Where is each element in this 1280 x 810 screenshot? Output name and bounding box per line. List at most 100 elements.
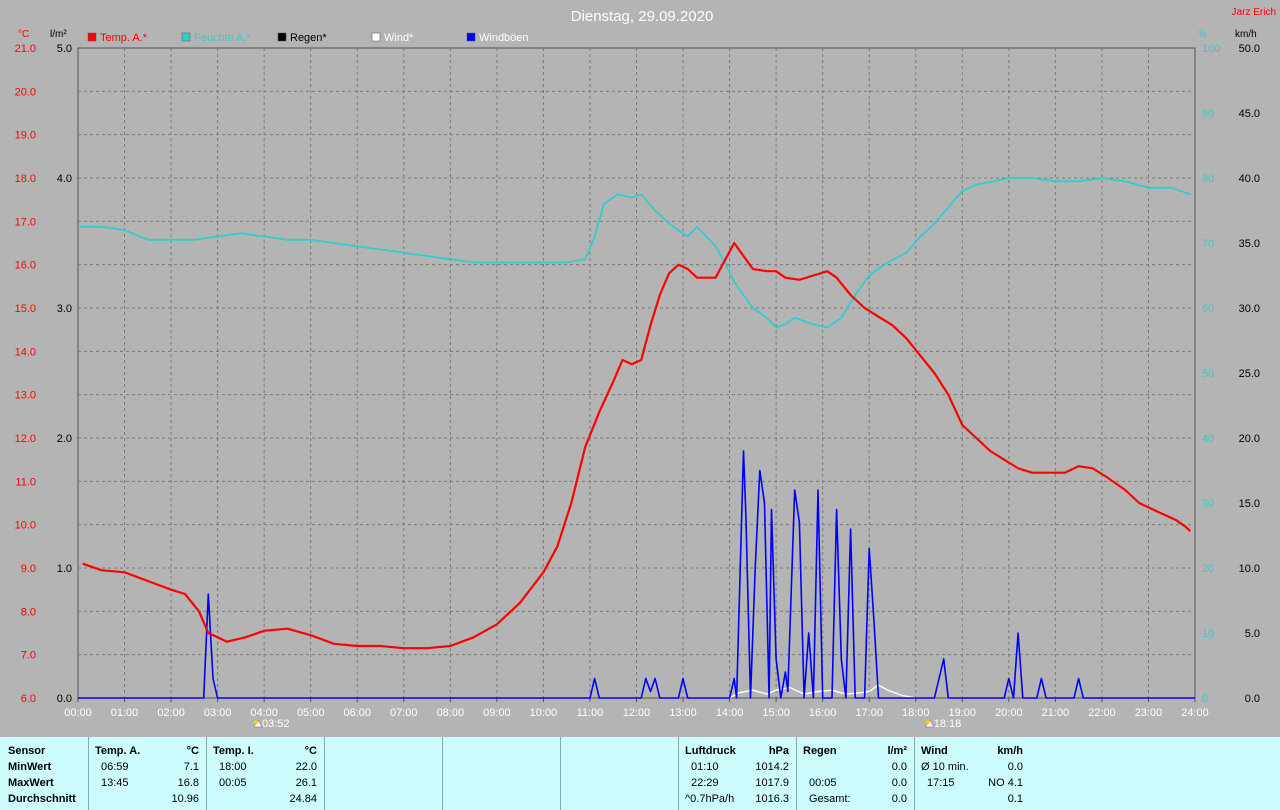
temp-i-avg-value: 24.84: [289, 793, 317, 805]
stats-max-label: MaxWert: [8, 777, 54, 789]
temp-a-min-value: 7.1: [183, 761, 199, 773]
stats-col-wind: Wind km/h Ø 10 min. 0.0 17:15 NO 4.1 0.1: [914, 737, 1031, 810]
pressure-max-value: 1017.9: [755, 777, 789, 789]
x-tick: 02:00: [157, 707, 185, 719]
humidity-tick: 20: [1202, 563, 1214, 575]
wind-unit-label: km/h: [1235, 29, 1257, 40]
temp-tick: 14.0: [15, 346, 36, 358]
temp-tick: 17.0: [15, 216, 36, 228]
wind-tick: 15.0: [1239, 498, 1260, 510]
stats-avg-label: Durchschnitt: [8, 793, 76, 805]
stats-col-rain: Regen l/m² 0.0 00:05 0.0 Gesamt: 0.0: [796, 737, 915, 810]
rain-tick: 0.0: [57, 693, 72, 705]
sun-markers: 03:52 18:18: [253, 718, 962, 730]
temp-tick: 16.0: [15, 260, 36, 272]
temp-tick: 11.0: [15, 476, 36, 488]
rain-total-value: 0.0: [891, 793, 907, 805]
legend-swatch-2: [277, 32, 287, 42]
legend-label-3: Wind*: [384, 32, 414, 44]
humidity-tick: 100: [1202, 43, 1220, 55]
x-tick: 16:00: [809, 707, 837, 719]
humidity-tick: 0: [1202, 693, 1208, 705]
temp-a-avg-value: 10.96: [171, 793, 199, 805]
x-tick: 09:00: [483, 707, 511, 719]
wind-tick: 20.0: [1239, 433, 1260, 445]
temp-a-max-value: 16.8: [177, 777, 199, 789]
temp-i-max-value: 26.1: [295, 777, 317, 789]
humidity-tick: 60: [1202, 303, 1214, 315]
rain-unit-label: l/m²: [50, 29, 67, 40]
pressure-header: Luftdruck: [685, 745, 736, 757]
rain-tick: 4.0: [57, 173, 72, 185]
x-tick: 24:00: [1181, 707, 1209, 719]
humidity-tick: 50: [1202, 368, 1214, 380]
legend-swatch-3: [371, 32, 381, 42]
wind-unit: km/h: [997, 745, 1023, 757]
stats-col-pressure: Luftdruck hPa 01:10 1014.2 22:29 1017.9 …: [678, 737, 797, 810]
weather-chart: Dienstag, 29.09.2020 Jarz Erich °C l/m² …: [15, 7, 1276, 730]
rain-max-time: 00:05: [809, 777, 837, 789]
temp-tick: 18.0: [15, 173, 36, 185]
rain-unit: l/m²: [887, 745, 907, 757]
stats-col-temp-i: Temp. I. °C 18:00 22.0 00:05 26.1 24.84: [206, 737, 325, 810]
rain-header: Regen: [803, 745, 837, 757]
x-tick: 15:00: [762, 707, 790, 719]
sunset-sun-icon: [925, 720, 930, 724]
wind-avg-value: 0.1: [1007, 793, 1023, 805]
humidity-tick: 40: [1202, 433, 1214, 445]
x-tick: 18:00: [902, 707, 930, 719]
chart-title: Dienstag, 29.09.2020: [571, 8, 714, 25]
pressure-avg-value: 1016.3: [755, 793, 789, 805]
x-tick: 12:00: [623, 707, 651, 719]
x-tick: 03:00: [204, 707, 232, 719]
wind-tick: 10.0: [1239, 563, 1260, 575]
x-tick: 14:00: [716, 707, 744, 719]
grid: [77, 47, 1196, 699]
x-tick: 17:00: [855, 707, 883, 719]
wind-tick: 35.0: [1239, 238, 1260, 250]
temp-tick: 9.0: [21, 563, 36, 575]
pressure-min-value: 1014.2: [755, 761, 789, 773]
x-tick: 20:00: [995, 707, 1023, 719]
temp-tick: 21.0: [15, 43, 36, 55]
sunset-time: 18:18: [934, 718, 962, 730]
rain-tick: 3.0: [57, 303, 72, 315]
humidity-tick: 90: [1202, 108, 1214, 120]
temp-tick: 19.0: [15, 130, 36, 142]
x-tick: 23:00: [1135, 707, 1163, 719]
legend-label-4: Windböen: [479, 32, 529, 44]
author-label: Jarz Erich: [1232, 7, 1276, 18]
sunrise-sun-icon: [253, 720, 258, 724]
wind-header: Wind: [921, 745, 948, 757]
stats-col-sensor: Sensor MinWert MaxWert Durchschnitt: [0, 737, 88, 810]
wind-tick: 45.0: [1239, 108, 1260, 120]
stats-col-empty-2: [442, 737, 561, 810]
temp-tick: 12.0: [15, 433, 36, 445]
x-tick: 06:00: [343, 707, 371, 719]
stats-col-empty-1: [324, 737, 443, 810]
wind-avg10-label: Ø 10 min.: [921, 761, 969, 773]
rain-total-label: Gesamt:: [809, 793, 851, 805]
sunrise-time: 03:52: [262, 718, 290, 730]
humidity-unit-label: %: [1198, 29, 1207, 40]
wind-max-time: 17:15: [927, 777, 955, 789]
rain-tick: 1.0: [57, 563, 72, 575]
x-tick: 11:00: [577, 707, 604, 719]
temp-tick: 6.0: [21, 693, 36, 705]
temp-tick: 15.0: [15, 303, 36, 315]
temp-tick: 10.0: [15, 520, 36, 532]
x-tick: 01:00: [111, 707, 139, 719]
wind-tick: 40.0: [1239, 173, 1260, 185]
temp-i-unit: °C: [304, 745, 317, 757]
temp-i-header: Temp. I.: [213, 745, 254, 757]
stats-table: Sensor MinWert MaxWert Durchschnitt Temp…: [0, 737, 1280, 810]
humidity-tick: 30: [1202, 498, 1214, 510]
rain-tick: 2.0: [57, 433, 72, 445]
stats-sensor-label: Sensor: [8, 745, 46, 757]
temp-tick: 7.0: [21, 650, 36, 662]
stats-min-label: MinWert: [8, 761, 52, 773]
wind-tick: 25.0: [1239, 368, 1260, 380]
legend-label-0: Temp. A.*: [100, 32, 148, 44]
humidity-tick: 70: [1202, 238, 1214, 250]
legend-label-1: Feuchte A.*: [194, 32, 252, 44]
